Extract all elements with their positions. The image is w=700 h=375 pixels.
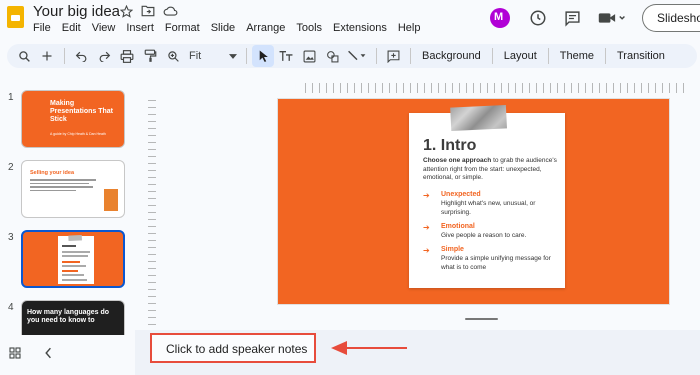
point-description: Give people a reason to care. bbox=[441, 232, 527, 239]
menu-view[interactable]: View bbox=[92, 22, 121, 34]
text-box-icon[interactable] bbox=[275, 45, 297, 67]
move-to-folder-icon[interactable] bbox=[140, 3, 156, 19]
search-icon[interactable] bbox=[13, 45, 35, 67]
menu-tools[interactable]: Tools bbox=[296, 22, 327, 34]
background-button[interactable]: Background bbox=[416, 50, 487, 62]
redo-icon[interactable] bbox=[93, 45, 115, 67]
slide-number: 2 bbox=[8, 162, 14, 173]
annotation-arrow bbox=[345, 347, 407, 349]
menu-arrange[interactable]: Arrange bbox=[246, 22, 290, 34]
filmstrip-footer bbox=[0, 335, 135, 375]
zoom-value: Fit bbox=[189, 50, 202, 62]
cloud-saved-icon[interactable] bbox=[162, 3, 178, 19]
menu-help[interactable]: Help bbox=[398, 22, 426, 34]
slide-number: 1 bbox=[8, 92, 14, 103]
slideshow-label: Slideshow bbox=[657, 11, 700, 25]
book-image bbox=[104, 189, 118, 211]
horizontal-ruler bbox=[305, 83, 690, 93]
thumbnail-subtitle: A guide by Chip Heath & Dan Heath bbox=[50, 132, 106, 136]
menu-bar: File Edit View Insert Format Slide Arran… bbox=[33, 22, 431, 34]
menu-edit[interactable]: Edit bbox=[62, 22, 86, 34]
document-title[interactable]: Your big idea bbox=[33, 3, 120, 20]
toolbar-divider bbox=[491, 48, 493, 64]
thumbnail-card bbox=[58, 235, 94, 284]
comments-icon[interactable] bbox=[562, 8, 582, 28]
slide-lead-text[interactable]: Choose one approach to grab the audience… bbox=[423, 157, 559, 183]
point-heading: Emotional bbox=[441, 223, 475, 230]
toolbar-divider bbox=[547, 48, 549, 64]
thumbnail-title: Making Presentations That Stick bbox=[50, 100, 114, 123]
arrow-icon: ➔ bbox=[423, 246, 430, 255]
slide-thumbnail-2[interactable]: Selling your idea bbox=[21, 160, 125, 218]
toolbar-divider bbox=[64, 48, 65, 64]
content-card[interactable]: 1. Intro Choose one approach to grab the… bbox=[409, 105, 565, 288]
lead-bold: Choose one approach bbox=[423, 157, 492, 164]
tape-image bbox=[68, 235, 82, 241]
header-actions: Slideshow bbox=[490, 4, 700, 32]
menu-file[interactable]: File bbox=[33, 22, 56, 34]
zoom-select[interactable]: Fit bbox=[185, 50, 241, 62]
point-heading: Simple bbox=[441, 246, 464, 253]
slide-thumbnail-3[interactable] bbox=[21, 230, 125, 288]
theme-button[interactable]: Theme bbox=[554, 50, 600, 62]
point-description: Highlight what's new, unusual, or surpri… bbox=[441, 200, 536, 216]
title-actions bbox=[118, 3, 178, 19]
undo-icon[interactable] bbox=[70, 45, 92, 67]
speaker-notes-placeholder: Click to add speaker notes bbox=[166, 342, 308, 356]
menu-extensions[interactable]: Extensions bbox=[333, 22, 392, 34]
app-header: Your big idea File Edit View Insert Form… bbox=[0, 0, 700, 40]
toolbar: Fit Background Layout Theme Transition bbox=[7, 44, 697, 68]
thumbnail-text-lines bbox=[30, 179, 96, 193]
star-icon[interactable] bbox=[118, 3, 134, 19]
arrow-icon: ➔ bbox=[423, 191, 430, 200]
new-slide-icon[interactable] bbox=[36, 45, 58, 67]
select-cursor-icon[interactable] bbox=[252, 45, 274, 67]
vertical-ruler bbox=[148, 100, 156, 340]
history-icon[interactable] bbox=[528, 8, 548, 28]
zoom-icon[interactable] bbox=[162, 45, 184, 67]
slide-filmstrip: 1 Making Presentations That Stick A guid… bbox=[0, 80, 135, 335]
toolbar-divider bbox=[376, 48, 377, 64]
speaker-notes-field[interactable]: Click to add speaker notes bbox=[150, 333, 316, 363]
layout-button[interactable]: Layout bbox=[498, 50, 543, 62]
point-description: Provide a simple unifying message for wh… bbox=[441, 255, 551, 271]
toolbar-divider bbox=[410, 48, 411, 64]
toolbar-divider bbox=[246, 48, 247, 64]
slides-logo-icon[interactable] bbox=[7, 6, 24, 28]
paint-format-icon[interactable] bbox=[139, 45, 161, 67]
print-icon[interactable] bbox=[116, 45, 138, 67]
chevron-down-icon bbox=[229, 50, 237, 62]
point-heading: Unexpected bbox=[441, 191, 481, 198]
slide-thumbnail-4[interactable]: How many languages do you need to know t… bbox=[21, 300, 125, 335]
line-icon[interactable] bbox=[344, 45, 370, 67]
slide-thumbnail-1[interactable]: Making Presentations That Stick A guide … bbox=[21, 90, 125, 148]
thumbnail-title: Selling your idea bbox=[30, 170, 75, 176]
menu-slide[interactable]: Slide bbox=[211, 22, 240, 34]
menu-insert[interactable]: Insert bbox=[126, 22, 159, 34]
slideshow-button[interactable]: Slideshow bbox=[642, 4, 700, 32]
slide-number: 4 bbox=[8, 302, 14, 313]
slide-canvas[interactable]: 1. Intro Choose one approach to grab the… bbox=[278, 99, 669, 304]
shape-icon[interactable] bbox=[321, 45, 343, 67]
collapse-chevron-icon[interactable] bbox=[44, 346, 52, 364]
slide-number: 3 bbox=[8, 232, 14, 243]
menu-format[interactable]: Format bbox=[165, 22, 205, 34]
arrow-icon: ➔ bbox=[423, 223, 430, 232]
tape-image bbox=[450, 105, 507, 131]
insert-image-icon[interactable] bbox=[298, 45, 320, 67]
notes-resize-handle[interactable] bbox=[465, 318, 498, 320]
meet-icon[interactable] bbox=[596, 8, 628, 28]
transition-button[interactable]: Transition bbox=[611, 50, 671, 62]
slide-title[interactable]: 1. Intro bbox=[423, 137, 476, 155]
toolbar-divider bbox=[605, 48, 606, 64]
maker-extension-icon[interactable] bbox=[490, 8, 510, 28]
thumbnail-title: How many languages do you need to know t… bbox=[27, 309, 110, 324]
comment-add-icon[interactable] bbox=[382, 45, 404, 67]
grid-view-icon[interactable] bbox=[9, 346, 21, 364]
